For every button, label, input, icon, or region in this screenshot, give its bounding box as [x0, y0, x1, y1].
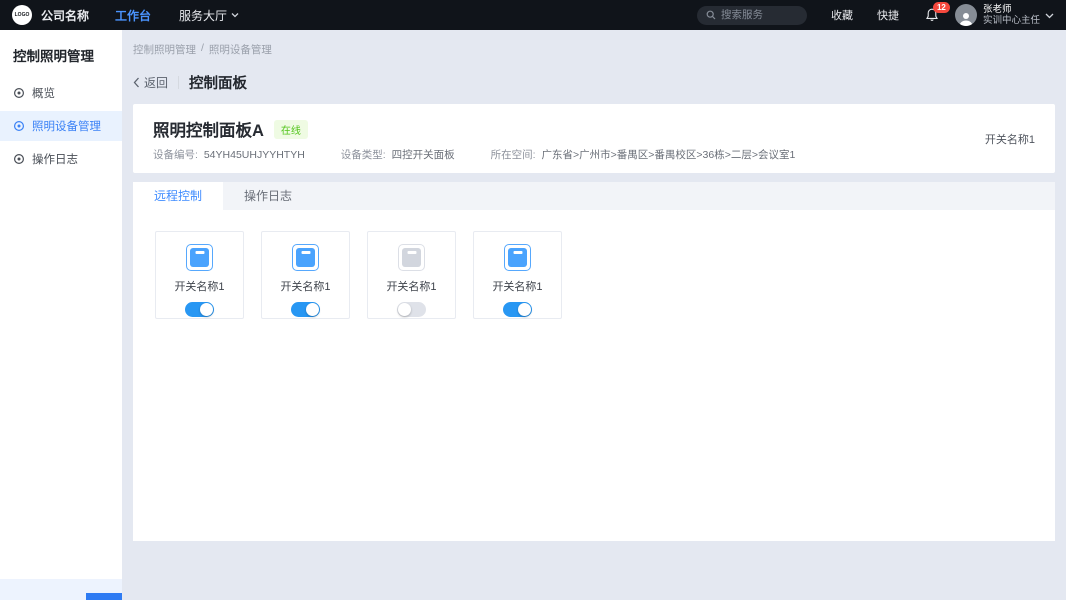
field-value: 四控开关面板: [391, 149, 455, 161]
sidebar-item-label: 操作日志: [32, 154, 78, 166]
switch-panel-icon: [504, 244, 531, 271]
device-info-card: 照明控制面板A 在线 设备编号: 54YH45UHJYYHTYH 设备类型: 四…: [133, 104, 1055, 173]
search-input[interactable]: [720, 9, 791, 21]
main-area: 控制照明管理 / 照明设备管理 返回 控制面板 照明控制面板A 在线 设备编号:: [122, 30, 1066, 600]
switch-panel-icon: [292, 244, 319, 271]
status-badge-online: 在线: [273, 119, 308, 139]
page-title: 控制面板: [189, 76, 248, 92]
chevron-left-icon: [133, 77, 140, 88]
nav-label: 服务大厅: [179, 8, 228, 23]
page-header: 返回 控制面板: [133, 72, 1055, 93]
field-label: 设备类型:: [340, 149, 386, 161]
device-field-type: 设备类型: 四控开关面板: [341, 147, 455, 162]
shortcuts-button[interactable]: 快捷: [877, 7, 899, 23]
breadcrumb-separator: /: [201, 42, 204, 54]
switch-name: 开关名称1: [492, 281, 543, 293]
gear-icon: [13, 120, 25, 132]
nav-label: 工作台: [115, 8, 152, 23]
switch-card-2: 开关名称1: [261, 231, 350, 319]
switch-name: 开关名称1: [386, 281, 437, 293]
breadcrumb: 控制照明管理 / 照明设备管理: [133, 42, 1055, 57]
switch-card-3: 开关名称1: [367, 231, 456, 319]
back-button[interactable]: 返回: [133, 74, 168, 91]
top-navigation: 工作台 服务大厅: [115, 7, 239, 24]
switch-name: 开关名称1: [280, 281, 331, 293]
breadcrumb-item[interactable]: 控制照明管理: [133, 42, 196, 57]
switch-panel-icon: [186, 244, 213, 271]
user-menu[interactable]: 张老师 实训中心主任: [983, 4, 1040, 27]
topbar: LOGO 公司名称 工作台 服务大厅 收藏 快捷 12 张老师 实训中心主任: [0, 0, 1066, 30]
horizontal-scrollbar-thumb[interactable]: [86, 593, 122, 600]
sidebar-title: 控制照明管理: [13, 49, 94, 64]
field-label: 设备编号:: [153, 149, 198, 161]
favorites-button[interactable]: 收藏: [831, 7, 853, 23]
device-name: 照明控制面板A: [153, 122, 264, 140]
logo-text: LOGO: [14, 12, 30, 18]
switch-toggle[interactable]: [291, 302, 320, 317]
search-box[interactable]: [696, 5, 807, 25]
company-logo[interactable]: LOGO: [12, 5, 32, 25]
sidebar-item-overview[interactable]: 概览: [0, 78, 122, 108]
device-field-location: 所在空间: 广东省>广州市>番禺区>番禺校区>36栋>二层>会议室1: [491, 147, 796, 162]
switch-card-4: 开关名称1: [473, 231, 562, 319]
switch-card-1: 开关名称1: [155, 231, 244, 319]
user-menu-chevron-down-icon[interactable]: [1045, 12, 1054, 19]
device-card-right-label: 开关名称1: [984, 133, 1035, 146]
nav-item-service-hall[interactable]: 服务大厅: [179, 7, 239, 24]
sidebar-item-lighting-device-management[interactable]: 照明设备管理: [0, 111, 122, 141]
gear-icon: [13, 153, 25, 165]
switch-name: 开关名称1: [174, 281, 225, 293]
sidebar-footer: [0, 579, 122, 600]
notifications-button[interactable]: 12: [925, 2, 950, 22]
field-value: 广东省>广州市>番禺区>番禺校区>36栋>二层>会议室1: [541, 149, 796, 161]
header-divider: [178, 76, 180, 89]
nav-item-workbench[interactable]: 工作台: [115, 7, 151, 24]
gear-icon: [13, 87, 25, 99]
sidebar-item-operation-log[interactable]: 操作日志: [0, 144, 122, 174]
switch-toggle[interactable]: [185, 302, 214, 317]
notification-count-badge: 12: [932, 2, 950, 13]
company-name: 公司名称: [41, 8, 90, 23]
tab-operation-log[interactable]: 操作日志: [223, 182, 313, 210]
sidebar-item-label: 概览: [32, 88, 55, 100]
back-label: 返回: [144, 76, 169, 90]
switch-toggle[interactable]: [397, 302, 426, 317]
breadcrumb-item[interactable]: 照明设备管理: [209, 42, 272, 57]
search-icon: [706, 10, 716, 20]
sidebar-menu: 概览 照明设备管理 操作日志: [0, 78, 122, 174]
switch-card-row: 开关名称1 开关名称1 开关名称1 开关名称1: [155, 231, 1033, 319]
switch-toggle[interactable]: [503, 302, 532, 317]
tab-bar: 远程控制 操作日志: [133, 182, 1055, 210]
chevron-down-icon: [231, 12, 239, 18]
field-label: 所在空间:: [490, 149, 536, 161]
user-avatar[interactable]: [954, 4, 977, 26]
user-role: 实训中心主任: [982, 15, 1040, 26]
sidebar: 控制照明管理 概览 照明设备管理 操作日志: [0, 30, 122, 600]
sidebar-item-label: 照明设备管理: [32, 121, 101, 133]
field-value: 54YH45UHJYYHTYH: [203, 149, 305, 161]
user-name: 张老师: [982, 3, 1012, 15]
device-field-number: 设备编号: 54YH45UHJYYHTYH: [153, 147, 305, 162]
switch-panel-icon: [398, 244, 425, 271]
tab-remote-control[interactable]: 远程控制: [133, 182, 224, 210]
tab-content: 开关名称1 开关名称1 开关名称1 开关名称1: [133, 210, 1055, 541]
